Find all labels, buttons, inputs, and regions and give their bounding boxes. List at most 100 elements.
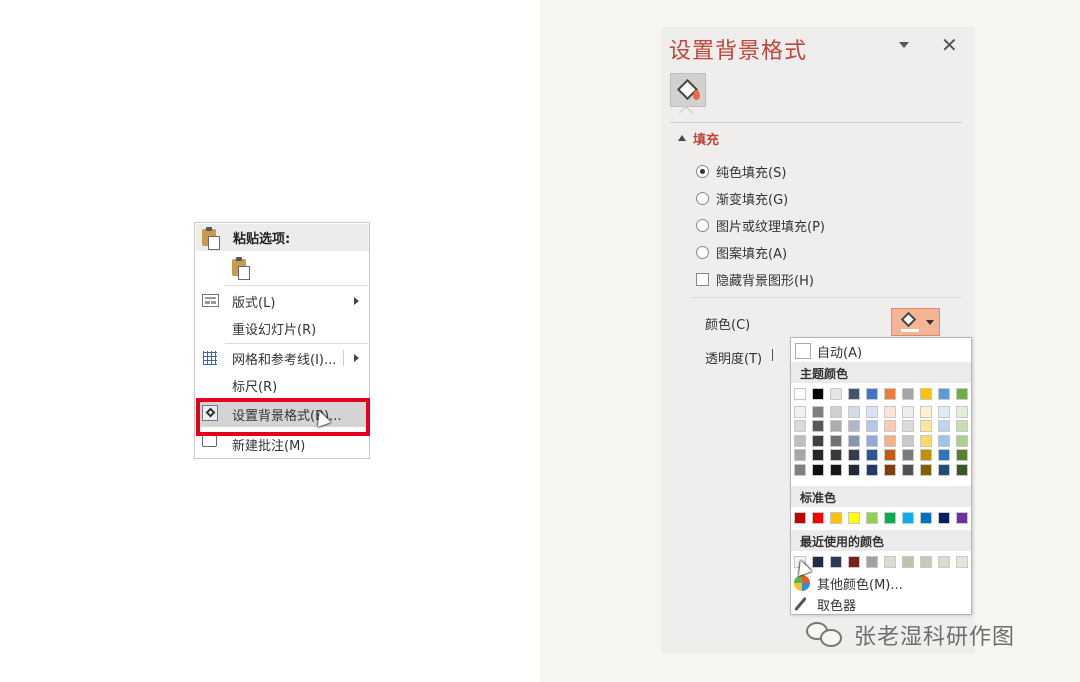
recent-color-swatch[interactable] [920,556,932,568]
theme-shade-swatch[interactable] [794,434,806,447]
standard-color-swatch[interactable] [812,512,824,524]
option-picture-texture-fill[interactable]: 图片或纹理填充(P) [696,216,825,235]
standard-color-swatch[interactable] [848,512,860,524]
theme-color-swatch[interactable] [866,388,878,400]
theme-color-swatch[interactable] [956,388,968,400]
theme-shade-swatch[interactable] [956,449,968,461]
standard-color-swatch[interactable] [902,512,914,524]
fill-tab[interactable] [670,73,706,107]
option-gradient-fill[interactable]: 渐变填充(G) [696,189,788,208]
theme-shade-swatch[interactable] [956,434,968,447]
theme-shade-swatch[interactable] [884,434,896,447]
menu-item-grid-guides[interactable]: 网格和参考线(I)... [196,345,369,371]
fill-color-button[interactable] [891,308,940,336]
more-colors-option[interactable]: 其他颜色(M)... [791,573,971,593]
theme-shade-swatch[interactable] [902,405,914,418]
paste-keep-format-icon[interactable] [232,257,250,280]
theme-shade-swatch[interactable] [794,463,806,476]
theme-shade-swatch[interactable] [866,449,878,461]
theme-shade-swatch[interactable] [848,463,860,476]
close-icon[interactable]: ✕ [941,33,958,57]
theme-shade-swatch[interactable] [830,405,842,418]
theme-shade-swatch[interactable] [794,420,806,432]
theme-color-swatch[interactable] [830,388,842,400]
theme-shade-swatch[interactable] [884,449,896,461]
option-pattern-fill[interactable]: 图案填充(A) [696,243,787,262]
standard-color-swatch[interactable] [956,512,968,524]
theme-shade-swatch[interactable] [902,449,914,461]
theme-shade-swatch[interactable] [830,434,842,447]
radio-gradient-fill[interactable] [696,191,709,205]
theme-shade-swatch[interactable] [920,405,932,418]
checkbox-hide-graphics[interactable] [696,272,709,286]
recent-color-swatch[interactable] [956,556,968,568]
recent-color-swatch[interactable] [830,556,842,568]
recent-color-swatch[interactable] [902,556,914,568]
recent-color-swatch[interactable] [866,556,878,568]
theme-color-swatch[interactable] [848,388,860,400]
theme-shade-swatch[interactable] [884,463,896,476]
theme-shade-swatch[interactable] [938,420,950,432]
theme-shade-swatch[interactable] [902,463,914,476]
theme-shade-swatch[interactable] [956,463,968,476]
theme-shade-swatch[interactable] [938,463,950,476]
theme-shade-swatch[interactable] [794,449,806,461]
theme-color-swatch[interactable] [884,388,896,400]
fill-section-title[interactable]: 填充 [693,129,719,148]
standard-color-swatch[interactable] [884,512,896,524]
theme-shade-swatch[interactable] [920,449,932,461]
radio-pattern-fill[interactable] [696,245,709,259]
theme-shade-swatch[interactable] [938,405,950,418]
theme-shade-swatch[interactable] [794,405,806,418]
theme-shade-swatch[interactable] [920,463,932,476]
theme-shade-swatch[interactable] [848,449,860,461]
theme-shade-swatch[interactable] [848,405,860,418]
theme-color-swatch[interactable] [902,388,914,400]
theme-shade-swatch[interactable] [902,420,914,432]
standard-color-swatch[interactable] [794,512,806,524]
standard-color-swatch[interactable] [920,512,932,524]
theme-shade-swatch[interactable] [848,420,860,432]
recent-color-swatch[interactable] [848,556,860,568]
theme-shade-swatch[interactable] [956,405,968,418]
radio-picture-fill[interactable] [696,218,709,232]
standard-color-swatch[interactable] [830,512,842,524]
recent-color-swatch[interactable] [884,556,896,568]
theme-color-swatch[interactable] [938,388,950,400]
recent-color-swatch[interactable] [812,556,824,568]
theme-shade-swatch[interactable] [920,434,932,447]
option-solid-fill[interactable]: 纯色填充(S) [696,162,786,181]
theme-shade-swatch[interactable] [812,449,824,461]
collapse-triangle-icon[interactable] [678,135,686,141]
standard-color-swatch[interactable] [866,512,878,524]
theme-shade-swatch[interactable] [866,434,878,447]
eyedropper-option[interactable]: 取色器 [791,594,971,614]
standard-color-swatch[interactable] [938,512,950,524]
menu-item-reset-slide[interactable]: 重设幻灯片(R) [196,315,369,341]
theme-shade-swatch[interactable] [866,420,878,432]
theme-shade-swatch[interactable] [830,420,842,432]
theme-shade-swatch[interactable] [830,463,842,476]
theme-shade-swatch[interactable] [812,434,824,447]
theme-shade-swatch[interactable] [902,434,914,447]
theme-shade-swatch[interactable] [920,420,932,432]
theme-shade-swatch[interactable] [956,420,968,432]
pane-options-dropdown-icon[interactable] [899,42,909,48]
theme-color-swatch[interactable] [812,388,824,400]
theme-shade-swatch[interactable] [938,449,950,461]
theme-shade-swatch[interactable] [812,463,824,476]
theme-color-swatch[interactable] [920,388,932,400]
recent-color-swatch[interactable] [938,556,950,568]
theme-shade-swatch[interactable] [812,420,824,432]
menu-item-ruler[interactable]: 标尺(R) [196,372,369,398]
theme-shade-swatch[interactable] [812,405,824,418]
auto-color-option[interactable]: 自动(A) [791,340,971,362]
menu-item-layout[interactable]: 版式(L) [196,288,369,314]
theme-shade-swatch[interactable] [830,449,842,461]
option-hide-background-graphics[interactable]: 隐藏背景图形(H) [696,270,814,289]
theme-color-swatch[interactable] [794,388,806,400]
theme-shade-swatch[interactable] [866,405,878,418]
theme-shade-swatch[interactable] [938,434,950,447]
transparency-slider[interactable] [772,349,773,361]
theme-shade-swatch[interactable] [884,405,896,418]
